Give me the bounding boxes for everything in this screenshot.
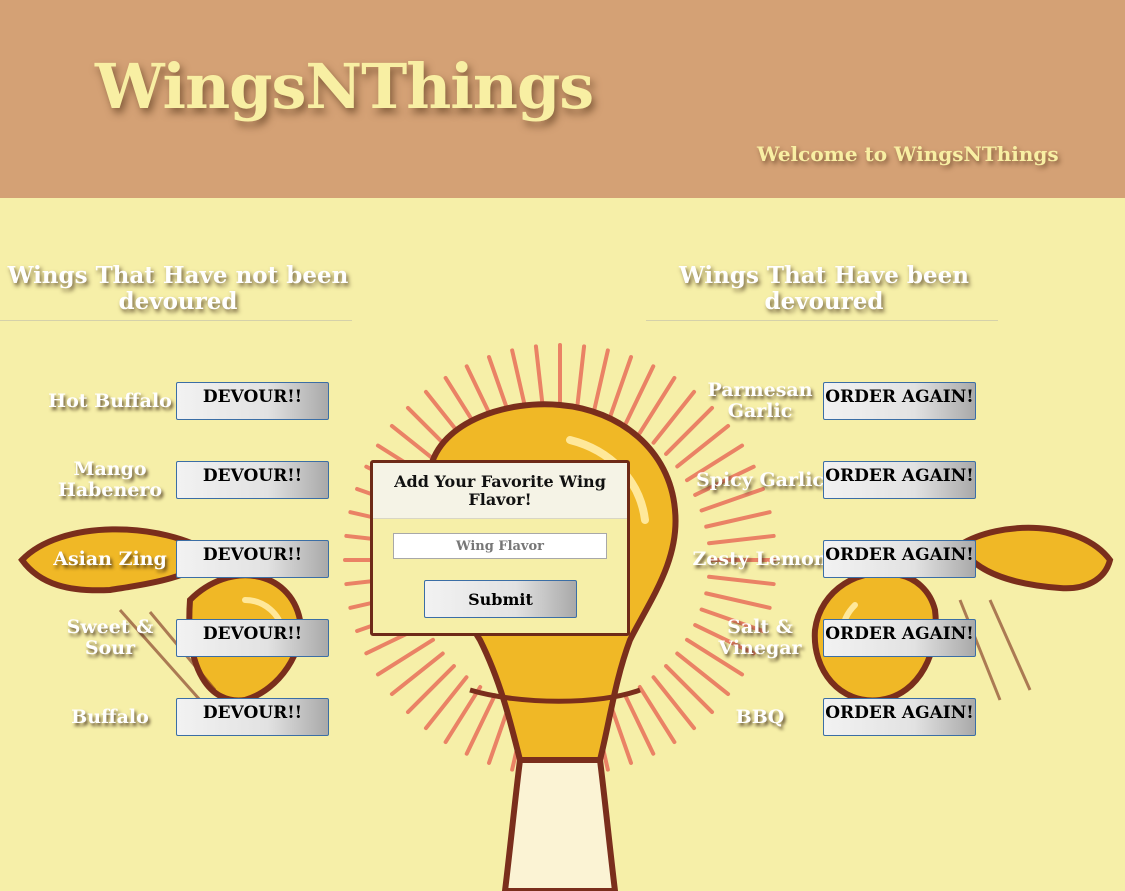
list-item: Salt & Vinegar ORDER AGAIN!	[690, 616, 1030, 695]
sunburst-ray	[405, 664, 456, 715]
form-title: Add Your Favorite Wing Flavor!	[373, 463, 627, 519]
wing-name: Mango Habenero	[57, 458, 163, 501]
devoured-wings-list: Parmesan Garlic ORDER AGAIN! Spicy Garli…	[690, 379, 1030, 774]
site-header: WingsNThings Welcome to WingsNThings	[0, 0, 1125, 198]
devoured-column-heading: Wings That Have been devoured	[678, 262, 969, 316]
wing-name: Spicy Garlic	[696, 468, 824, 491]
sunburst-ray	[607, 355, 634, 421]
order-again-button[interactable]: ORDER AGAIN!	[823, 540, 976, 578]
devour-button[interactable]: DEVOUR!!	[176, 698, 329, 736]
list-item: Sweet & Sour DEVOUR!!	[40, 616, 380, 695]
wing-name: Buffalo	[71, 705, 149, 728]
list-item: Parmesan Garlic ORDER AGAIN!	[690, 379, 1030, 458]
add-flavor-form: Add Your Favorite Wing Flavor! Submit	[370, 460, 630, 636]
wing-name: Salt & Vinegar	[718, 616, 802, 659]
list-item: Zesty Lemon ORDER AGAIN!	[690, 537, 1030, 616]
list-item: Hot Buffalo DEVOUR!!	[40, 379, 380, 458]
devour-button[interactable]: DEVOUR!!	[176, 382, 329, 420]
wing-flavor-input[interactable]	[393, 533, 607, 559]
uneaten-column-heading: Wings That Have not been devoured	[7, 262, 349, 316]
wing-name: Zesty Lemon	[692, 547, 828, 570]
wing-name: Sweet & Sour	[66, 616, 154, 659]
list-item: Buffalo DEVOUR!!	[40, 695, 380, 774]
uneaten-divider	[0, 320, 352, 321]
wing-name: Asian Zing	[53, 547, 167, 570]
devour-button[interactable]: DEVOUR!!	[176, 461, 329, 499]
wing-name: BBQ	[735, 705, 785, 728]
order-again-button[interactable]: ORDER AGAIN!	[823, 461, 976, 499]
list-item: Mango Habenero DEVOUR!!	[40, 458, 380, 537]
submit-button[interactable]: Submit	[424, 580, 577, 618]
devoured-divider	[646, 320, 998, 321]
order-again-button[interactable]: ORDER AGAIN!	[823, 382, 976, 420]
list-item: Asian Zing DEVOUR!!	[40, 537, 380, 616]
sunburst-ray	[591, 348, 610, 416]
order-again-button[interactable]: ORDER AGAIN!	[823, 698, 976, 736]
uneaten-wings-list: Hot Buffalo DEVOUR!! Mango Habenero DEVO…	[40, 379, 380, 774]
welcome-message: Welcome to WingsNThings	[757, 142, 1059, 166]
order-again-button[interactable]: ORDER AGAIN!	[823, 619, 976, 657]
devour-button[interactable]: DEVOUR!!	[176, 540, 329, 578]
list-item: Spicy Garlic ORDER AGAIN!	[690, 458, 1030, 537]
devour-button[interactable]: DEVOUR!!	[176, 619, 329, 657]
wing-name: Parmesan Garlic	[707, 379, 813, 422]
brand-title: WingsNThings	[95, 50, 594, 123]
wing-name: Hot Buffalo	[48, 389, 172, 412]
list-item: BBQ ORDER AGAIN!	[690, 695, 1030, 774]
sunburst-ray	[574, 344, 587, 413]
